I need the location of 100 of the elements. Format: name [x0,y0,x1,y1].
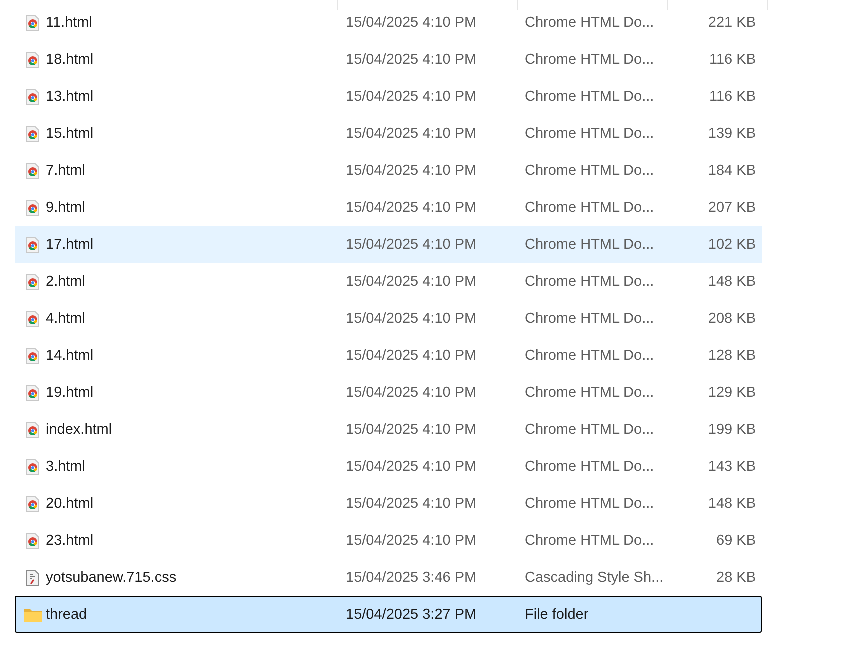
file-name: 3.html [46,458,86,474]
chrome-document-icon [26,274,40,290]
date-modified: 15/04/2025 3:46 PM [346,570,478,586]
file-size: 221 KB [707,14,756,30]
file-type: Chrome HTML Do... [525,496,656,512]
date-modified: 15/04/2025 4:10 PM [346,162,478,178]
date-modified: 15/04/2025 4:10 PM [346,52,478,68]
file-type: Chrome HTML Do... [525,14,656,30]
file-row[interactable]: 23.html 15/04/2025 4:10 PM Chrome HTML Do... 69 KB [15,522,762,559]
file-name: 11.html [46,14,94,30]
file-size: 128 KB [707,348,756,364]
file-name: thread [46,606,88,622]
chrome-document-icon [26,532,40,548]
file-size: 148 KB [707,496,756,512]
chrome-document-icon [26,14,40,30]
file-row[interactable]: 4.html 15/04/2025 4:10 PM Chrome HTML Do... 208 KB [15,300,762,337]
date-modified: 15/04/2025 3:27 PM [346,606,478,622]
file-type: Chrome HTML Do... [525,348,656,364]
file-row[interactable]: 15.html 15/04/2025 4:10 PM Chrome HTML Do... 139 KB [15,115,762,152]
file-size: 199 KB [707,422,756,438]
date-modified: 15/04/2025 4:10 PM [346,348,478,364]
file-size: 139 KB [707,126,756,142]
file-row[interactable]: 7.html 15/04/2025 4:10 PM Chrome HTML Do... 184 KB [15,152,762,189]
chrome-document-icon [26,310,40,326]
file-name: 18.html [46,52,95,68]
file-type: Chrome HTML Do... [525,200,656,216]
chrome-document-icon [26,162,40,178]
file-size: 129 KB [707,384,756,400]
file-size: 208 KB [707,310,756,326]
chrome-document-icon [26,422,40,438]
file-size: 102 KB [707,236,756,252]
file-size: 116 KB [708,88,756,104]
date-modified: 15/04/2025 4:10 PM [346,200,478,216]
file-type: Chrome HTML Do... [525,274,656,290]
file-row[interactable]: 2.html 15/04/2025 4:10 PM Chrome HTML Do... 148 KB [15,263,762,300]
file-name: 15.html [46,126,95,142]
file-size: 148 KB [707,274,756,290]
file-row[interactable]: index.html 15/04/2025 4:10 PM Chrome HTML Do... 199 KB [15,411,762,448]
file-name: 7.html [46,162,86,178]
file-type: Chrome HTML Do... [525,52,656,68]
file-type: Chrome HTML Do... [525,236,656,252]
file-row[interactable]: 3.html 15/04/2025 4:10 PM Chrome HTML Do... 143 KB [15,448,762,485]
file-type: Chrome HTML Do... [525,458,656,474]
chrome-document-icon [26,384,40,400]
chrome-document-icon [26,458,40,474]
file-name: 23.html [46,532,95,548]
file-row[interactable]: 17.html 15/04/2025 4:10 PM Chrome HTML Do... 102 KB [15,226,762,263]
chrome-document-icon [26,126,40,142]
file-type: Chrome HTML Do... [525,126,656,142]
file-name: yotsubanew.715.css [46,570,178,586]
date-modified: 15/04/2025 4:10 PM [346,274,478,290]
file-row[interactable]: 18.html 15/04/2025 4:10 PM Chrome HTML Do... 116 KB [15,41,762,78]
file-name: 13.html [46,88,95,104]
chrome-document-icon [26,348,40,364]
file-name: 14.html [46,348,95,364]
file-size: 28 KB [716,570,756,586]
date-modified: 15/04/2025 4:10 PM [346,310,478,326]
file-type: Chrome HTML Do... [525,422,656,438]
file-size: 143 KB [707,458,756,474]
file-row[interactable]: 14.html 15/04/2025 4:10 PM Chrome HTML Do... 128 KB [15,337,762,374]
file-row[interactable]: 19.html 15/04/2025 4:10 PM Chrome HTML Do... 129 KB [15,374,762,411]
file-row[interactable]: yotsubanew.715.css 15/04/2025 3:46 PM Cascading Style Sh... 28 KB [15,559,762,596]
date-modified: 15/04/2025 4:10 PM [346,384,478,400]
folder-icon [24,608,42,622]
file-row[interactable]: 20.html 15/04/2025 4:10 PM Chrome HTML Do... 148 KB [15,485,762,522]
date-modified: 15/04/2025 4:10 PM [346,532,478,548]
file-type: Chrome HTML Do... [525,384,656,400]
date-modified: 15/04/2025 4:10 PM [346,14,478,30]
file-name: 2.html [46,274,86,290]
file-type: Chrome HTML Do... [525,310,656,326]
file-size: 69 KB [716,532,756,548]
file-name: 4.html [46,310,86,326]
file-size: 207 KB [707,200,756,216]
file-type: Chrome HTML Do... [525,88,656,104]
chrome-document-icon [26,236,40,252]
date-modified: 15/04/2025 4:10 PM [346,422,478,438]
date-modified: 15/04/2025 4:10 PM [346,496,478,512]
file-row[interactable]: 9.html 15/04/2025 4:10 PM Chrome HTML Do... 207 KB [15,189,762,226]
file-name: index.html [46,422,114,438]
file-type: Chrome HTML Do... [525,532,656,548]
file-type: Chrome HTML Do... [525,162,656,178]
file-name: 17.html [46,236,95,252]
file-type: File folder [525,606,590,622]
document-icon [26,570,40,586]
file-size: 116 KB [708,52,756,68]
date-modified: 15/04/2025 4:10 PM [346,126,478,142]
chrome-document-icon [26,88,40,104]
chrome-document-icon [26,496,40,512]
file-row[interactable]: 13.html 15/04/2025 4:10 PM Chrome HTML Do... 116 KB [15,78,762,115]
file-row[interactable]: thread 15/04/2025 3:27 PM File folder [15,596,762,633]
file-name: 20.html [46,496,95,512]
date-modified: 15/04/2025 4:10 PM [346,236,478,252]
date-modified: 15/04/2025 4:10 PM [346,88,478,104]
file-name: 9.html [46,200,86,216]
chrome-document-icon [26,200,40,216]
chrome-document-icon [26,52,40,68]
file-size: 184 KB [707,162,756,178]
date-modified: 15/04/2025 4:10 PM [346,458,478,474]
file-row[interactable]: 11.html 15/04/2025 4:10 PM Chrome HTML Do... 221 KB [15,4,762,41]
file-name: 19.html [46,384,95,400]
